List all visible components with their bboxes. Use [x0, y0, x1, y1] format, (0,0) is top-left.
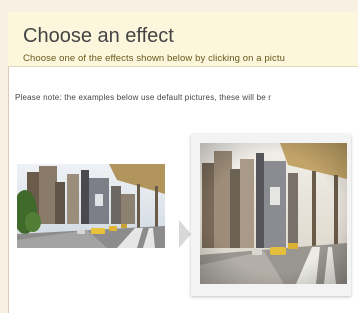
- default-pictures-note: Please note: the examples below use defa…: [15, 93, 272, 102]
- city-street-photo-icon: [17, 164, 165, 248]
- effect-example-image[interactable]: [200, 143, 347, 284]
- arrow-right-icon: [179, 220, 191, 248]
- page-subtitle: Choose one of the effects shown below by…: [23, 53, 285, 64]
- page-title: Choose an effect: [23, 25, 174, 47]
- panel-header: Choose an effect Choose one of the effec…: [8, 12, 358, 67]
- city-street-photo-icon: [200, 143, 347, 284]
- original-example-image[interactable]: [17, 164, 165, 248]
